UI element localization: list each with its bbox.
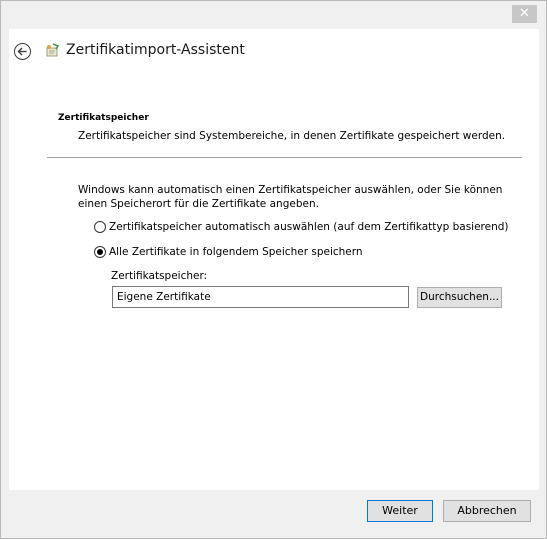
option-auto-store[interactable]: Zertifikatspeicher automatisch auswählen… xyxy=(94,221,509,233)
cancel-button[interactable]: Abbrechen xyxy=(443,500,531,522)
radio-auto-store[interactable] xyxy=(94,221,106,233)
divider xyxy=(47,157,522,158)
back-arrow-icon[interactable] xyxy=(14,43,31,60)
store-input[interactable]: Eigene Zertifikate xyxy=(112,286,409,308)
certificate-wizard-icon xyxy=(44,43,60,59)
wizard-window: ✕ Zertifikatimport-Assistent Zertifikats… xyxy=(0,0,547,539)
section-description: Zertifikatspeicher sind Systembereiche, … xyxy=(78,130,506,142)
store-field-label: Zertifikatspeicher: xyxy=(111,270,208,282)
wizard-header: Zertifikatimport-Assistent xyxy=(9,29,539,76)
browse-button[interactable]: Durchsuchen... xyxy=(417,287,502,308)
next-button[interactable]: Weiter xyxy=(367,500,433,522)
option-auto-store-label: Zertifikatspeicher automatisch auswählen… xyxy=(109,221,509,233)
wizard-content: Zertifikatspeicher Zertifikatspeicher si… xyxy=(9,76,539,490)
close-button[interactable]: ✕ xyxy=(512,5,537,23)
intro-text: Windows kann automatisch einen Zertifika… xyxy=(78,184,503,210)
wizard-title: Zertifikatimport-Assistent xyxy=(66,42,245,58)
option-custom-store-label: Alle Zertifikate in folgendem Speicher s… xyxy=(109,246,363,258)
radio-custom-store[interactable] xyxy=(94,246,106,258)
option-custom-store[interactable]: Alle Zertifikate in folgendem Speicher s… xyxy=(94,246,363,258)
section-title: Zertifikatspeicher xyxy=(58,113,149,123)
titlebar: ✕ xyxy=(1,1,546,29)
